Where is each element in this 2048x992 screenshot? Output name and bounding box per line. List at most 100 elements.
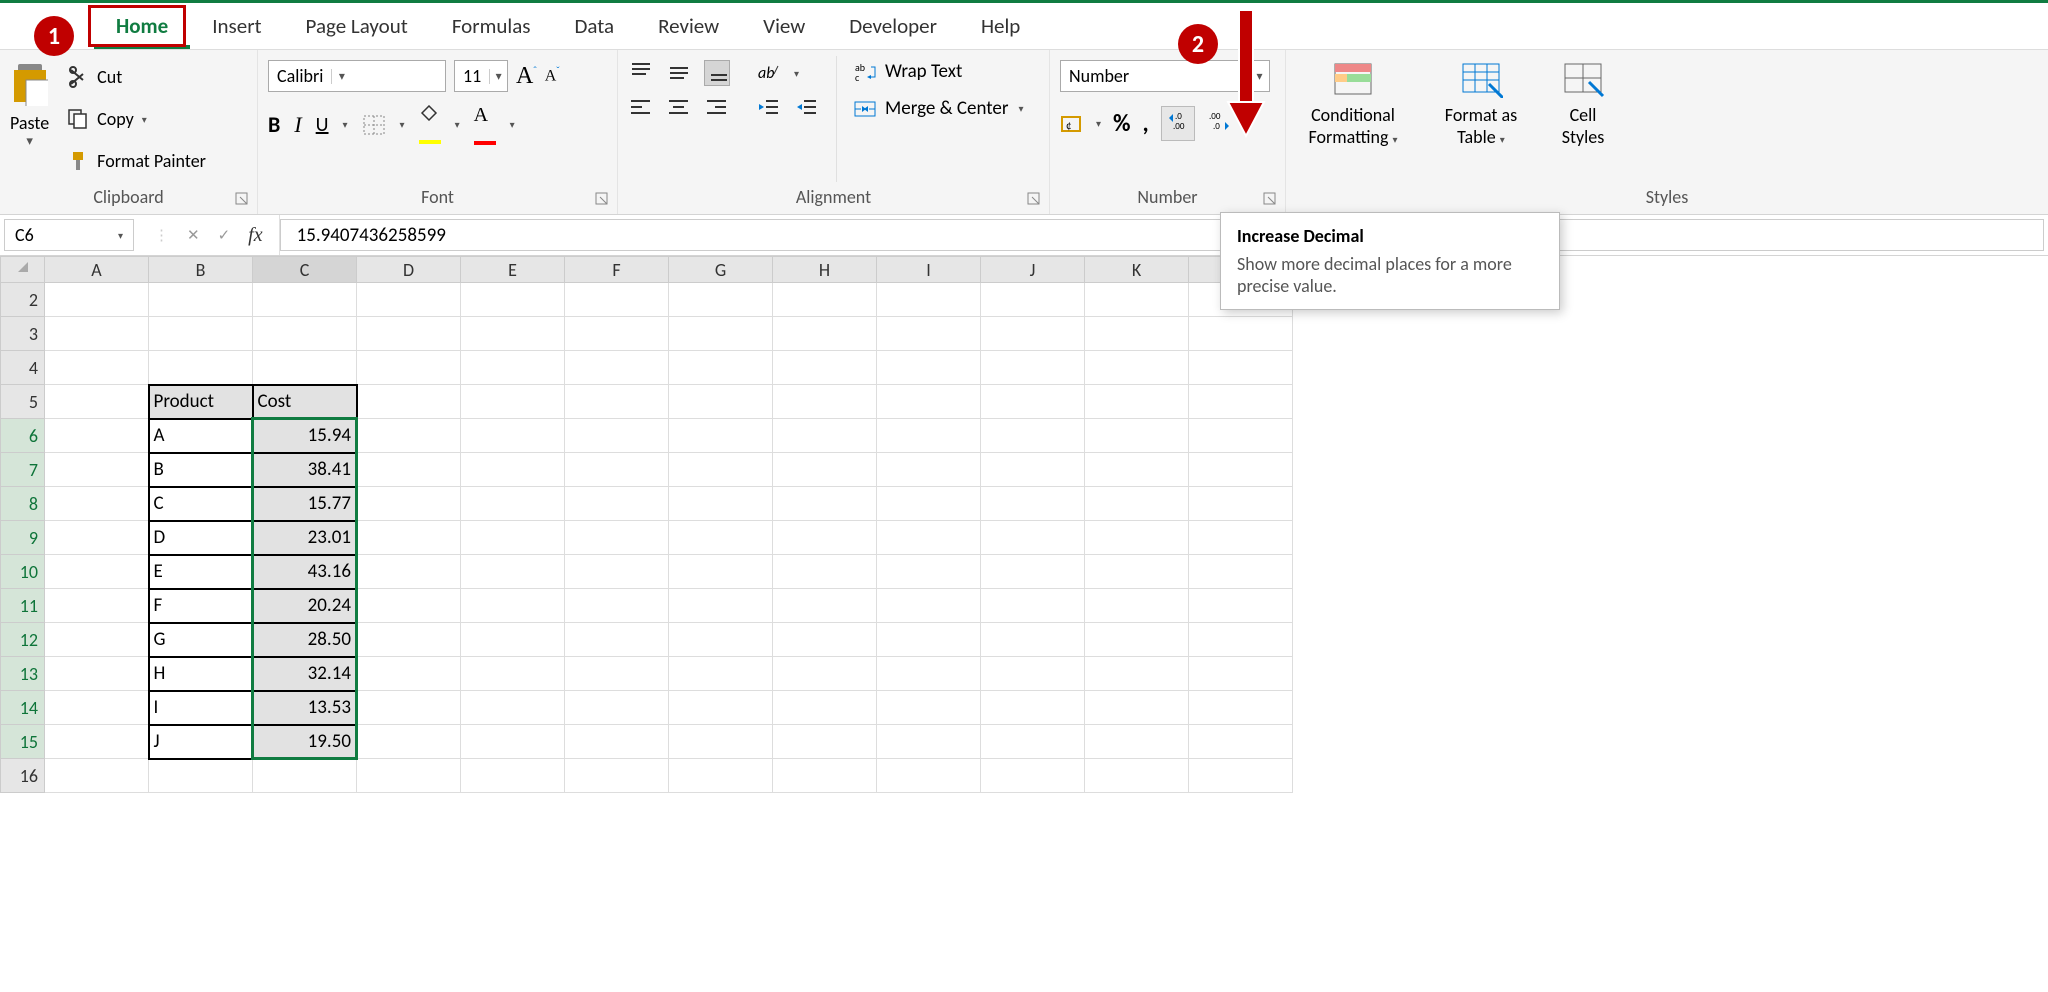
cell-C3[interactable]: [253, 317, 357, 351]
col-header-H[interactable]: H: [773, 257, 877, 283]
increase-indent-icon[interactable]: [794, 96, 820, 122]
cell-G11[interactable]: [669, 589, 773, 623]
cell-I12[interactable]: [877, 623, 981, 657]
cell-K3[interactable]: [1085, 317, 1189, 351]
cell-D16[interactable]: [357, 759, 461, 793]
select-all-corner[interactable]: [1, 257, 45, 283]
cell-G2[interactable]: [669, 283, 773, 317]
cell-C6[interactable]: 15.94: [253, 419, 357, 453]
cell-B2[interactable]: [149, 283, 253, 317]
cell-B14[interactable]: I: [149, 691, 253, 725]
tab-help[interactable]: Help: [959, 3, 1042, 49]
cell-E12[interactable]: [461, 623, 565, 657]
paste-button[interactable]: Paste: [10, 112, 49, 134]
cell-I6[interactable]: [877, 419, 981, 453]
cell-C5[interactable]: Cost: [253, 385, 357, 419]
font-name-combo[interactable]: Calibri▾: [268, 60, 446, 92]
row-header-2[interactable]: 2: [1, 283, 45, 317]
cell-A14[interactable]: [45, 691, 149, 725]
borders-dropdown[interactable]: ▾: [400, 118, 405, 131]
underline-button[interactable]: U: [316, 113, 329, 137]
cell-G9[interactable]: [669, 521, 773, 555]
cell-K12[interactable]: [1085, 623, 1189, 657]
cell-J13[interactable]: [981, 657, 1085, 691]
cell-A6[interactable]: [45, 419, 149, 453]
alignment-launcher[interactable]: [1027, 192, 1043, 208]
enter-formula-icon[interactable]: ✓: [218, 226, 231, 245]
cell-F2[interactable]: [565, 283, 669, 317]
format-painter-button[interactable]: Format Painter: [63, 148, 210, 174]
font-color-button[interactable]: A: [474, 104, 496, 145]
cell-H5[interactable]: [773, 385, 877, 419]
cell-D14[interactable]: [357, 691, 461, 725]
cell-I5[interactable]: [877, 385, 981, 419]
cell-D8[interactable]: [357, 487, 461, 521]
cell-D15[interactable]: [357, 725, 461, 759]
cell-A11[interactable]: [45, 589, 149, 623]
cell-J7[interactable]: [981, 453, 1085, 487]
cell-C8[interactable]: 15.77: [253, 487, 357, 521]
cell-B10[interactable]: E: [149, 555, 253, 589]
col-header-F[interactable]: F: [565, 257, 669, 283]
merge-center-button[interactable]: Merge & Center ▾: [853, 97, 1024, 120]
cell-E11[interactable]: [461, 589, 565, 623]
cell-F12[interactable]: [565, 623, 669, 657]
borders-icon[interactable]: [362, 114, 386, 136]
col-header-C[interactable]: C: [253, 257, 357, 283]
cell-G12[interactable]: [669, 623, 773, 657]
align-center-icon[interactable]: [666, 96, 692, 122]
row-header-4[interactable]: 4: [1, 351, 45, 385]
spreadsheet[interactable]: ABCDEFGHIJKL2345ProductCost6A15.947B38.4…: [0, 256, 2048, 793]
wrap-text-button[interactable]: abc Wrap Text: [853, 60, 1024, 83]
cell-H11[interactable]: [773, 589, 877, 623]
cell-B11[interactable]: F: [149, 589, 253, 623]
cell-A12[interactable]: [45, 623, 149, 657]
orientation-dropdown[interactable]: ▾: [794, 67, 799, 80]
format-as-table-button[interactable]: Format as Table ▾: [1424, 60, 1538, 148]
col-header-I[interactable]: I: [877, 257, 981, 283]
cell-J9[interactable]: [981, 521, 1085, 555]
cell-I2[interactable]: [877, 283, 981, 317]
cell-L11[interactable]: [1189, 589, 1293, 623]
row-header-14[interactable]: 14: [1, 691, 45, 725]
row-header-7[interactable]: 7: [1, 453, 45, 487]
cell-J10[interactable]: [981, 555, 1085, 589]
cell-J14[interactable]: [981, 691, 1085, 725]
cell-H14[interactable]: [773, 691, 877, 725]
row-header-9[interactable]: 9: [1, 521, 45, 555]
cell-C13[interactable]: 32.14: [253, 657, 357, 691]
cell-G10[interactable]: [669, 555, 773, 589]
tab-formulas[interactable]: Formulas: [430, 3, 553, 49]
tab-review[interactable]: Review: [636, 3, 741, 49]
align-left-icon[interactable]: [628, 96, 654, 122]
cell-E15[interactable]: [461, 725, 565, 759]
cell-K9[interactable]: [1085, 521, 1189, 555]
cell-B16[interactable]: [149, 759, 253, 793]
cell-L7[interactable]: [1189, 453, 1293, 487]
cell-E7[interactable]: [461, 453, 565, 487]
cell-J11[interactable]: [981, 589, 1085, 623]
cell-D6[interactable]: [357, 419, 461, 453]
cell-I16[interactable]: [877, 759, 981, 793]
cell-A2[interactable]: [45, 283, 149, 317]
cell-D9[interactable]: [357, 521, 461, 555]
cell-D10[interactable]: [357, 555, 461, 589]
cell-A3[interactable]: [45, 317, 149, 351]
tab-page-layout[interactable]: Page Layout: [284, 3, 430, 49]
cell-L6[interactable]: [1189, 419, 1293, 453]
cell-H4[interactable]: [773, 351, 877, 385]
cell-H8[interactable]: [773, 487, 877, 521]
cell-F3[interactable]: [565, 317, 669, 351]
cell-D11[interactable]: [357, 589, 461, 623]
cell-I8[interactable]: [877, 487, 981, 521]
cell-I14[interactable]: [877, 691, 981, 725]
cell-H10[interactable]: [773, 555, 877, 589]
cell-C4[interactable]: [253, 351, 357, 385]
cell-A5[interactable]: [45, 385, 149, 419]
cell-E10[interactable]: [461, 555, 565, 589]
cell-B8[interactable]: C: [149, 487, 253, 521]
cell-B13[interactable]: H: [149, 657, 253, 691]
cell-E6[interactable]: [461, 419, 565, 453]
cell-F16[interactable]: [565, 759, 669, 793]
underline-dropdown[interactable]: ▾: [343, 118, 348, 131]
